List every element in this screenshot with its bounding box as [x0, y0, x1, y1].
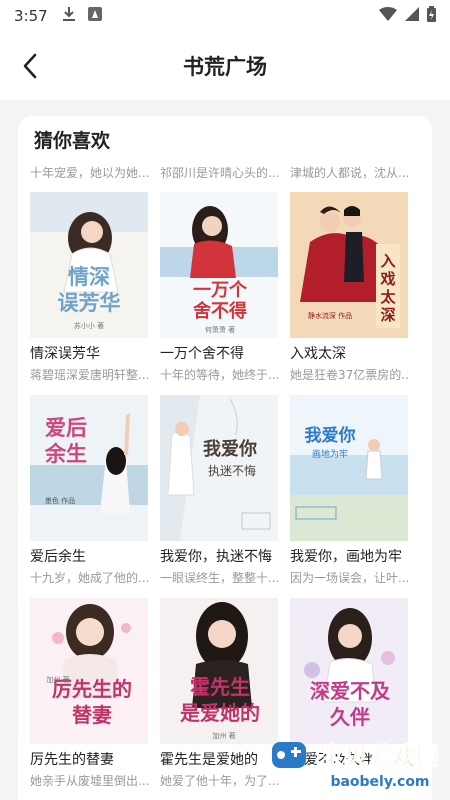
download-icon — [62, 6, 76, 26]
book-title: 情深误芳华 — [30, 346, 100, 362]
cover-title-line2: 久伴 — [330, 705, 370, 729]
cover-author: 加州 著 — [212, 731, 235, 740]
book-desc-prev: 祁邵川是许晴心头的... — [160, 166, 278, 180]
back-button[interactable] — [14, 50, 46, 82]
book-desc: 蒋碧瑶深爱唐明轩整... — [30, 368, 148, 382]
cover-title-line1: 霍先生 — [190, 675, 250, 699]
book-desc: 因为一场误会，让叶... — [290, 571, 408, 585]
book-cover[interactable]: 一万个 舍不得 何萧萧 著 — [160, 192, 278, 338]
book-cover[interactable]: 情深 误芳华 苏小小 著 — [30, 192, 148, 338]
book-title: 入戏太深 — [290, 346, 346, 362]
book-title: 我爱你，画地为牢 — [290, 549, 402, 565]
watermark-logo: 宝贝游戏网 baobely.com — [270, 736, 450, 798]
book-desc: 一眼误终生，整整十... — [160, 571, 278, 585]
recommend-card: 猜你喜欢 十年宠爱，她以为她... 祁邵川是许晴心头的... 津城的人都说，沈从… — [18, 116, 432, 800]
svg-text:深: 深 — [380, 306, 395, 324]
cover-title: 入 — [380, 252, 395, 270]
nav-bar: 书荒广场 — [0, 32, 450, 100]
book-desc: 她是狂卷37亿票房的... — [290, 368, 408, 382]
book-desc: 她爱了他十年，为了... — [160, 774, 278, 788]
cover-title-line1: 爱后 — [45, 415, 87, 440]
book-cover[interactable]: 厉先生的 替妻 加州 著 — [30, 598, 148, 744]
book-title: 厉先生的替妻 — [30, 752, 114, 768]
svg-text:太: 太 — [380, 288, 396, 306]
book-cover[interactable]: 入 戏 太 深 静水流深 作品 — [290, 192, 408, 338]
cover-title-line2: 舍不得 — [193, 300, 247, 322]
book-cover[interactable]: 我爱你 执迷不悔 — [160, 395, 278, 541]
cover-title-line2: 是爱她的 — [179, 701, 260, 725]
cover-title-line1: 情深 — [68, 264, 110, 289]
book-desc: 她亲手从废墟里倒出... — [30, 774, 148, 788]
cover-title-line2: 替妻 — [72, 703, 112, 727]
book-desc-prev: 十年宠爱，她以为她... — [30, 166, 148, 180]
cover-author: 静水流深 作品 — [308, 311, 352, 320]
cover-title-line1: 一万个 — [193, 279, 248, 301]
cover-author: 苏小小 著 — [74, 321, 104, 330]
book-title: 爱后余生 — [30, 549, 86, 565]
cover-title-line2: 余生 — [44, 441, 87, 466]
cover-title-line1: 深爱不及 — [310, 679, 391, 703]
book-cover[interactable]: 深爱不及 久伴 — [290, 598, 408, 744]
cover-title-line1: 我爱你 — [305, 425, 356, 446]
wifi-icon — [379, 7, 397, 25]
book-title: 霍先生是爱她的 — [160, 752, 258, 768]
svg-text:宝贝游戏网: 宝贝游戏网 — [320, 742, 440, 770]
signal-icon — [405, 7, 419, 25]
book-desc: 十年的等待，她终于... — [160, 368, 278, 382]
book-cover[interactable]: 我爱你 画地为牢 — [290, 395, 408, 541]
book-title: 一万个舍不得 — [160, 346, 244, 362]
app-notification-icon — [87, 7, 102, 25]
cover-author: 何萧萧 著 — [205, 325, 235, 334]
cover-author: 墨色 作品 — [45, 496, 75, 505]
cover-title-line2: 误芳华 — [58, 290, 121, 315]
cover-author: 加州 著 — [46, 675, 69, 684]
status-bar: 3:57 — [0, 0, 450, 32]
page-title: 书荒广场 — [183, 55, 267, 79]
book-cover[interactable]: 爱后 余生 墨色 作品 — [30, 395, 148, 541]
book-desc: 十九岁，她成了他的... — [30, 571, 148, 585]
cover-title-line1: 我爱你 — [203, 438, 257, 460]
svg-text:戏: 戏 — [379, 270, 395, 288]
cover-title-line2: 执迷不悔 — [208, 463, 256, 478]
book-title: 我爱你，执迷不悔 — [160, 549, 272, 565]
status-time: 3:57 — [14, 7, 48, 25]
book-desc-prev: 津城的人都说，沈从... — [290, 166, 408, 180]
book-cover[interactable]: 霍先生 是爱她的 加州 著 — [160, 598, 278, 744]
section-title: 猜你喜欢 — [34, 130, 111, 152]
battery-icon — [427, 6, 436, 26]
chevron-left-icon — [23, 53, 37, 79]
svg-text:baobely.com: baobely.com — [330, 774, 429, 790]
cover-title-line2: 画地为牢 — [312, 448, 348, 460]
